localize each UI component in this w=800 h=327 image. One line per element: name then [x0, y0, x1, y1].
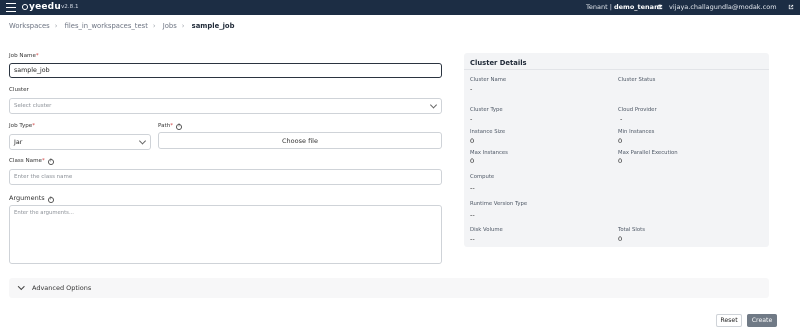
advanced-options-label: Advanced Options	[32, 284, 92, 292]
breadcrumb-workspace[interactable]: files_in_workspaces_test	[65, 22, 148, 30]
help-icon[interactable]: ?	[47, 159, 54, 165]
total-slots-value: 0	[618, 235, 623, 243]
arguments-label: Arguments?	[9, 194, 54, 203]
class-name-label: Class Name*?	[9, 158, 54, 165]
external-link-icon[interactable]	[788, 4, 794, 10]
chevron-down-icon	[429, 101, 438, 109]
disk-volume-value: --	[470, 235, 475, 243]
job-type-label: Job Type*	[9, 123, 36, 129]
chevron-right-icon: ›	[181, 22, 185, 30]
runtime-version-value: --	[470, 211, 475, 219]
job-type-select[interactable]: Jar	[9, 134, 151, 150]
total-slots-label: Total Slots	[618, 227, 645, 233]
cluster-details-panel: Cluster Details Cluster Name - Cluster S…	[464, 53, 769, 247]
tenant-label: Tenant |	[586, 3, 612, 11]
breadcrumb-jobs[interactable]: Jobs	[163, 22, 177, 30]
help-icon[interactable]: ?	[176, 124, 183, 130]
compute-label: Compute	[470, 174, 495, 180]
job-name-input[interactable]: sample_job	[9, 63, 442, 78]
app-logo[interactable]: yeedu	[22, 2, 61, 12]
app-version: v2.8.1	[61, 4, 79, 10]
advanced-options-accordion[interactable]: Advanced Options	[9, 278, 769, 298]
cluster-details-title: Cluster Details	[470, 59, 527, 67]
max-instances-value: 0	[470, 157, 475, 165]
runtime-version-label: Runtime Version Type	[470, 201, 528, 207]
chevron-right-icon: ›	[152, 22, 156, 30]
min-instances-label: Min Instances	[618, 129, 655, 135]
chevron-down-icon	[18, 283, 25, 290]
chevron-down-icon	[138, 137, 147, 145]
cluster-type-label: Cluster Type	[470, 107, 503, 113]
help-icon[interactable]: ?	[47, 197, 54, 203]
tenant-selector[interactable]: Tenant | demo_tenant	[586, 3, 662, 11]
logo-mark-icon	[22, 4, 28, 10]
hamburger-menu-icon[interactable]	[6, 3, 16, 12]
create-button[interactable]: Create	[747, 314, 777, 327]
reset-button[interactable]: Reset	[716, 314, 742, 327]
cluster-name-label: Cluster Name	[470, 77, 507, 83]
compute-value: --	[470, 184, 475, 192]
arguments-textarea[interactable]: Enter the arguments...	[9, 205, 442, 264]
cloud-provider-label: Cloud Provider	[618, 107, 657, 113]
top-bar: yeedu v2.8.1 Tenant | demo_tenant vijaya…	[0, 0, 800, 15]
cluster-status-label: Cluster Status	[618, 77, 656, 83]
job-type-value: Jar	[14, 138, 23, 146]
job-name-label: Job Name*	[9, 53, 39, 59]
cluster-label: Cluster	[9, 87, 29, 93]
breadcrumb-workspaces[interactable]: Workspaces	[9, 22, 50, 30]
instance-size-value: 0	[470, 137, 475, 145]
external-link-icon[interactable]	[657, 4, 663, 10]
cluster-name-value: -	[470, 85, 473, 93]
tenant-name: demo_tenant	[613, 3, 662, 11]
max-parallel-label: Max Parallel Execution	[618, 150, 678, 156]
choose-file-button[interactable]: Choose file	[158, 132, 442, 149]
cloud-provider-value: -	[620, 115, 623, 123]
logo-text: yeedu	[29, 2, 61, 12]
max-parallel-value: 0	[618, 157, 623, 165]
max-instances-label: Max Instances	[470, 150, 508, 156]
path-label: Path*?	[158, 123, 183, 130]
instance-size-label: Instance Size	[470, 129, 506, 135]
cluster-placeholder: Select cluster	[14, 103, 52, 109]
cluster-select[interactable]: Select cluster	[9, 98, 442, 114]
cluster-type-value: -	[470, 115, 473, 123]
min-instances-value: 0	[618, 137, 623, 145]
user-email[interactable]: vijaya.challagundla@modak.com	[669, 3, 777, 11]
disk-volume-label: Disk Volume	[470, 227, 503, 233]
class-name-input[interactable]: Enter the class name	[9, 169, 442, 185]
breadcrumb: Workspaces › files_in_workspaces_test › Jo…	[9, 22, 234, 30]
chevron-right-icon: ›	[54, 22, 58, 30]
divider	[464, 69, 769, 70]
breadcrumb-current: sample_job	[191, 22, 235, 30]
